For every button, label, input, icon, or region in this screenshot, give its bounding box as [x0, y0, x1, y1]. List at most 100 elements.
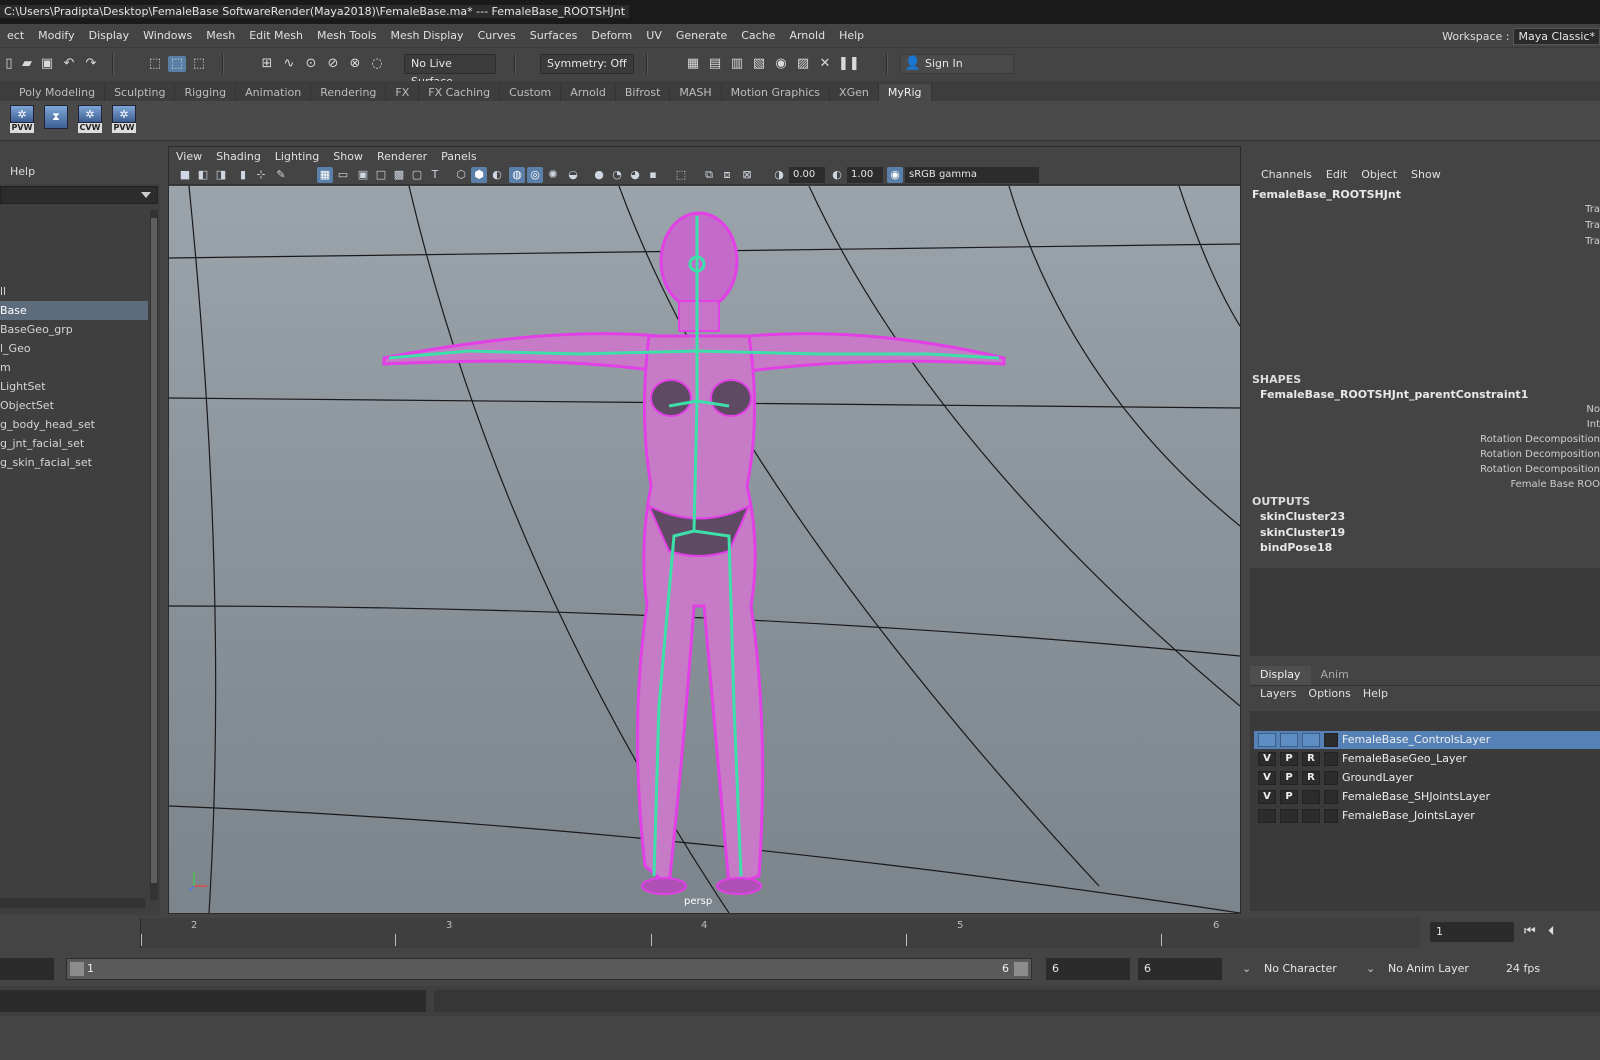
- outliner-item[interactable]: ll: [0, 282, 148, 301]
- camera-icon[interactable]: ■: [177, 167, 193, 183]
- shelf-tab-arnold[interactable]: Arnold: [561, 84, 616, 101]
- render-settings-icon[interactable]: ▧: [750, 56, 768, 72]
- time-slider-track[interactable]: 2 3 4 5 6: [140, 918, 1420, 948]
- shape-node-name[interactable]: FemaleBase_ROOTSHJnt_parentConstraint1: [1260, 388, 1528, 401]
- menu-display[interactable]: Display: [82, 29, 137, 42]
- layer-menu-options[interactable]: Options: [1302, 687, 1356, 700]
- pause-icon[interactable]: ❚❚: [838, 56, 860, 72]
- shadows-icon[interactable]: ◒: [565, 167, 581, 183]
- layer-name[interactable]: FemaleBase_JointsLayer: [1342, 807, 1475, 825]
- chevron-down-icon[interactable]: ⌄: [1366, 962, 1375, 975]
- xray-active-components-icon[interactable]: ⧈: [719, 167, 735, 183]
- outliner-horizontal-scrollbar[interactable]: [0, 898, 145, 908]
- layer-playback-toggle[interactable]: P: [1280, 752, 1298, 766]
- playback-end-field[interactable]: 6: [1046, 958, 1130, 980]
- film-gate-icon[interactable]: ▭: [335, 167, 351, 183]
- shelf-tab-mash[interactable]: MASH: [670, 84, 722, 101]
- shelf-tab-animation[interactable]: Animation: [236, 84, 312, 101]
- render-sequence-icon[interactable]: ▤: [706, 56, 724, 72]
- layer-visibility-toggle[interactable]: V: [1258, 752, 1276, 766]
- select-component-icon[interactable]: ⬚: [190, 56, 208, 72]
- range-start-handle[interactable]: [70, 962, 84, 976]
- symmetry-dropdown[interactable]: Symmetry: Off: [540, 54, 634, 74]
- layer-menu-help[interactable]: Help: [1357, 687, 1394, 700]
- new-scene-icon[interactable]: ▯: [0, 56, 18, 72]
- outliner-menu-help[interactable]: Help: [0, 160, 160, 184]
- layer-reference-toggle[interactable]: [1302, 733, 1320, 747]
- wireframe-on-shaded-icon[interactable]: ◍: [509, 167, 525, 183]
- channel-box-object-name[interactable]: FemaleBase_ROOTSHJnt: [1252, 188, 1401, 201]
- go-to-start-icon[interactable]: ⏮: [1524, 924, 1536, 939]
- anti-aliasing-icon[interactable]: ◕: [627, 167, 643, 183]
- layer-playback-toggle[interactable]: [1280, 733, 1298, 747]
- animation-start-field[interactable]: [0, 958, 54, 980]
- outliner-item[interactable]: ObjectSet: [0, 396, 148, 415]
- layer-visibility-toggle[interactable]: V: [1258, 790, 1276, 804]
- shelf-tab-fx[interactable]: FX: [386, 84, 420, 101]
- menu-deform[interactable]: Deform: [584, 29, 639, 42]
- output-node[interactable]: skinCluster19: [1260, 526, 1345, 539]
- ipr-render-icon[interactable]: ▥: [728, 56, 746, 72]
- xray-icon[interactable]: ◎: [527, 167, 543, 183]
- channel-attr-label[interactable]: Tra: [1585, 204, 1600, 215]
- xray-joints-icon[interactable]: ⧉: [701, 167, 717, 183]
- outliner-item[interactable]: g_skin_facial_set: [0, 453, 148, 472]
- redo-icon[interactable]: ↷: [82, 56, 100, 72]
- shape-attr-label[interactable]: Female Base ROO: [1510, 479, 1600, 490]
- outliner-item[interactable]: m: [0, 358, 148, 377]
- gate-mask-icon[interactable]: □: [373, 167, 389, 183]
- shelf-button-cvw[interactable]: ✲ CVW: [76, 105, 104, 135]
- animation-end-field[interactable]: 6: [1138, 958, 1222, 980]
- viewport-menu-shading[interactable]: Shading: [209, 150, 268, 163]
- outliner-item[interactable]: g_jnt_facial_set: [0, 434, 148, 453]
- viewport-3d-canvas[interactable]: persp: [169, 186, 1240, 913]
- viewport-menu-renderer[interactable]: Renderer: [370, 150, 434, 163]
- shelf-tab-sculpting[interactable]: Sculpting: [105, 84, 176, 101]
- character-set-dropdown[interactable]: No Character Set: [1258, 958, 1356, 997]
- arnold-render-icon[interactable]: ✕: [816, 56, 834, 72]
- menu-windows[interactable]: Windows: [136, 29, 199, 42]
- snap-vertex-icon[interactable]: ◌: [368, 56, 386, 72]
- exposure-field[interactable]: 0.00: [789, 167, 825, 183]
- anim-layer-dropdown[interactable]: No Anim Layer: [1382, 958, 1478, 980]
- menu-mesh-tools[interactable]: Mesh Tools: [310, 29, 384, 42]
- menu-mesh[interactable]: Mesh: [199, 29, 242, 42]
- resolution-gate-icon[interactable]: ▣: [355, 167, 371, 183]
- layer-visibility-toggle[interactable]: [1258, 809, 1276, 823]
- layer-tab-anim[interactable]: Anim: [1311, 666, 1359, 685]
- shelf-button-script[interactable]: ⧗: [42, 105, 70, 135]
- render-view-icon[interactable]: ▨: [794, 56, 812, 72]
- layer-name[interactable]: FemaleBase_ControlsLayer: [1342, 731, 1490, 749]
- outliner-item[interactable]: BaseGeo_grp: [0, 320, 148, 339]
- bookmark-icon[interactable]: ◨: [213, 167, 229, 183]
- shelf-tab-bifrost[interactable]: Bifrost: [616, 84, 671, 101]
- image-plane-icon[interactable]: ▮: [235, 167, 251, 183]
- shelf-tab-rendering[interactable]: Rendering: [311, 84, 387, 101]
- wireframe-icon[interactable]: ⬡: [453, 167, 469, 183]
- viewport-menu-view[interactable]: View: [169, 150, 209, 163]
- shape-attr-label[interactable]: Int: [1587, 419, 1600, 430]
- layer-color-swatch[interactable]: [1324, 733, 1338, 747]
- shelf-tab-poly-modeling[interactable]: Poly Modeling: [10, 84, 106, 101]
- step-back-key-icon[interactable]: ⏴: [1548, 924, 1555, 939]
- snap-point-icon[interactable]: ⊙: [302, 56, 320, 72]
- shape-attr-label[interactable]: Rotation Decomposition: [1480, 449, 1600, 460]
- viewport-menu-panels[interactable]: Panels: [434, 150, 483, 163]
- shelf-tab-myrig[interactable]: MyRig: [878, 84, 932, 101]
- current-frame-field[interactable]: 1: [1430, 922, 1514, 942]
- save-scene-icon[interactable]: ▣: [38, 56, 56, 72]
- menu-cache[interactable]: Cache: [734, 29, 782, 42]
- range-end-handle[interactable]: [1014, 962, 1028, 976]
- layer-color-swatch[interactable]: [1324, 809, 1338, 823]
- menu-mesh-display[interactable]: Mesh Display: [384, 29, 471, 42]
- menu-select[interactable]: ect: [0, 29, 31, 42]
- snap-grid-icon[interactable]: ⊞: [258, 56, 276, 72]
- shelf-button-pvw-2[interactable]: ✲ PVW: [110, 105, 138, 135]
- default-material-icon[interactable]: ◐: [489, 167, 505, 183]
- camera-attributes-icon[interactable]: ◧: [195, 167, 211, 183]
- depth-of-field-icon[interactable]: ▪: [645, 167, 661, 183]
- shape-attr-label[interactable]: Rotation Decomposition: [1480, 434, 1600, 445]
- output-node[interactable]: bindPose18: [1260, 541, 1332, 554]
- undo-icon[interactable]: ↶: [60, 56, 78, 72]
- scrollbar-thumb[interactable]: [151, 218, 157, 883]
